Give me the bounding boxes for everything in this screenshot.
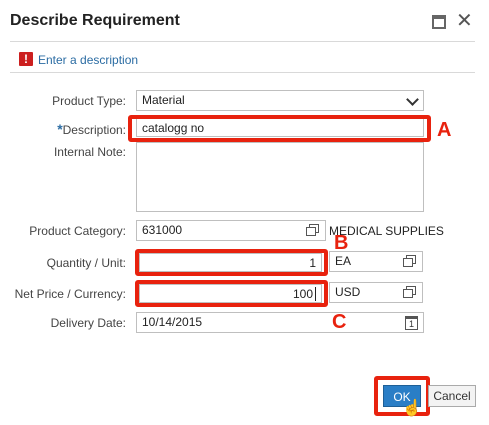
cancel-button[interactable]: Cancel (428, 385, 476, 407)
internal-note-label: Internal Note: (53, 145, 126, 159)
message-divider (10, 72, 475, 73)
chevron-down-icon[interactable] (406, 93, 419, 106)
quantity-unit-label: Quantity / Unit: (46, 256, 126, 270)
dialog-title: Describe Requirement (10, 12, 180, 29)
description-label-wrap: *Description: (6, 121, 126, 137)
highlight-box-c (135, 280, 328, 307)
annotation-label-b: B (334, 232, 349, 254)
value-help-icon[interactable] (403, 286, 417, 298)
annotation-label-c: C (332, 311, 347, 333)
currency-input[interactable]: USD (329, 282, 423, 303)
value-help-icon[interactable] (403, 255, 417, 267)
highlight-box-a (128, 115, 431, 142)
product-type-select[interactable]: Material (136, 90, 424, 111)
title-divider (10, 41, 475, 42)
close-icon[interactable]: ✕ (456, 11, 473, 31)
hand-cursor-icon: ☝ (402, 400, 422, 417)
product-category-label: Product Category: (29, 224, 126, 238)
product-category-input[interactable]: 631000 (136, 220, 326, 241)
error-icon: ! (19, 52, 33, 66)
currency-value: USD (335, 285, 361, 299)
internal-note-textarea[interactable] (136, 142, 424, 212)
delivery-date-label: Delivery Date: (50, 316, 126, 330)
delivery-date-value: 10/14/2015 (142, 315, 203, 329)
delivery-date-input[interactable]: 10/14/2015 1 (136, 312, 424, 333)
unit-value: EA (335, 254, 352, 268)
message-link[interactable]: Enter a description (38, 53, 138, 67)
highlight-box-b (135, 249, 328, 276)
product-type-label: Product Type: (52, 94, 126, 108)
description-label: Description: (62, 123, 126, 137)
annotation-label-a: A (437, 119, 452, 141)
product-type-value: Material (142, 93, 185, 107)
product-category-value: 631000 (142, 223, 183, 237)
maximize-icon[interactable] (432, 15, 446, 29)
value-help-icon[interactable] (306, 224, 320, 236)
calendar-icon[interactable]: 1 (405, 316, 418, 330)
net-price-currency-label: Net Price / Currency: (14, 287, 126, 301)
